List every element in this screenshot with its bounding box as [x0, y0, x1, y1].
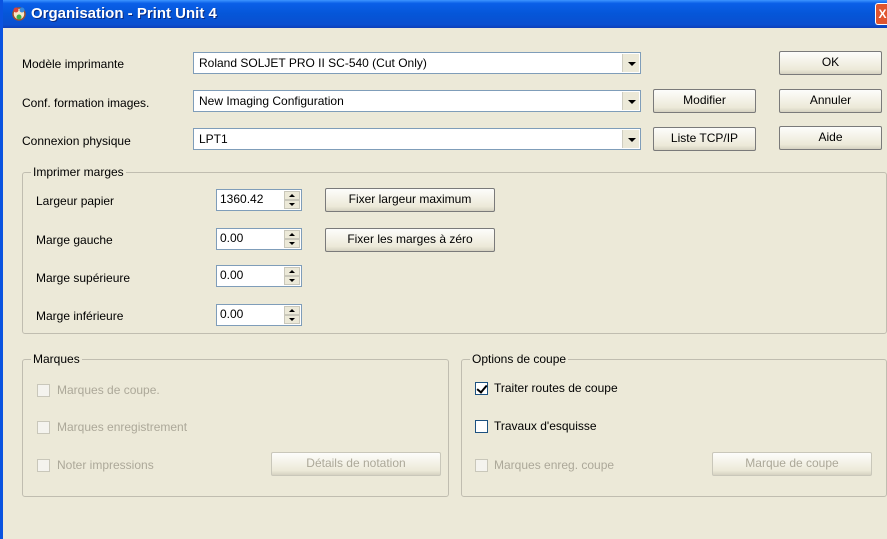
- chevron-down-icon[interactable]: [622, 130, 639, 148]
- note-prints-label: Noter impressions: [57, 458, 154, 472]
- bottom-margin-spinner[interactable]: 0.00: [216, 304, 302, 326]
- note-prints-checkbox[interactable]: [37, 459, 50, 472]
- registration-marks-label: Marques enregistrement: [57, 420, 188, 434]
- connection-select[interactable]: LPT1: [193, 128, 641, 150]
- printer-model-value: Roland SOLJET PRO II SC-540 (Cut Only): [199, 56, 427, 70]
- spin-up-icon[interactable]: [284, 230, 300, 239]
- chevron-down-icon[interactable]: [622, 92, 639, 110]
- connection-label: Connexion physique: [22, 134, 131, 148]
- top-margin-label: Marge supérieure: [36, 271, 131, 285]
- imaging-config-value: New Imaging Configuration: [199, 94, 344, 108]
- printer-model-label: Modèle imprimante: [22, 57, 125, 71]
- spin-down-icon[interactable]: [284, 276, 300, 285]
- imaging-config-select[interactable]: New Imaging Configuration: [193, 90, 641, 112]
- title-bar[interactable]: Organisation - Print Unit 4 X: [3, 0, 887, 28]
- cancel-button[interactable]: Annuler: [779, 89, 882, 113]
- app-icon: [12, 7, 26, 21]
- close-button[interactable]: X: [875, 3, 887, 25]
- cut-registration-marks-label: Marques enreg. coupe: [494, 458, 615, 472]
- left-margin-value: 0.00: [220, 231, 244, 245]
- window-title: Organisation - Print Unit 4: [31, 5, 217, 22]
- sketch-jobs-label: Travaux d'esquisse: [494, 419, 597, 433]
- paper-width-spinner[interactable]: 1360.42: [216, 189, 302, 211]
- tcpip-list-button[interactable]: Liste TCP/IP: [653, 127, 756, 151]
- printer-model-select[interactable]: Roland SOLJET PRO II SC-540 (Cut Only): [193, 52, 641, 74]
- left-margin-label: Marge gauche: [36, 233, 113, 247]
- spin-up-icon[interactable]: [284, 306, 300, 315]
- margins-group-title: Imprimer marges: [31, 165, 126, 179]
- spin-down-icon[interactable]: [284, 239, 300, 248]
- dialog-window: Organisation - Print Unit 4 X Modèle imp…: [0, 0, 887, 539]
- chevron-down-icon[interactable]: [622, 54, 639, 72]
- spin-down-icon[interactable]: [284, 315, 300, 324]
- modify-button[interactable]: Modifier: [653, 89, 756, 113]
- notation-details-button[interactable]: Détails de notation: [271, 452, 441, 476]
- cut-options-group-title: Options de coupe: [470, 352, 569, 366]
- sketch-jobs-checkbox[interactable]: [475, 420, 488, 433]
- ok-button[interactable]: OK: [779, 51, 882, 75]
- cut-registration-marks-checkbox[interactable]: [475, 459, 488, 472]
- connection-value: LPT1: [199, 132, 228, 146]
- top-margin-value: 0.00: [220, 268, 244, 282]
- bottom-margin-value: 0.00: [220, 307, 244, 321]
- paper-width-value: 1360.42: [220, 192, 264, 206]
- top-margin-spinner[interactable]: 0.00: [216, 265, 302, 287]
- spin-up-icon[interactable]: [284, 267, 300, 276]
- process-cut-paths-checkbox[interactable]: [475, 382, 488, 395]
- cut-mark-button[interactable]: Marque de coupe: [712, 452, 872, 476]
- max-width-button[interactable]: Fixer largeur maximum: [325, 188, 495, 212]
- process-cut-paths-label: Traiter routes de coupe: [494, 381, 618, 395]
- cut-marks-checkbox[interactable]: [37, 384, 50, 397]
- paper-width-label: Largeur papier: [36, 194, 115, 208]
- registration-marks-checkbox[interactable]: [37, 421, 50, 434]
- help-button[interactable]: Aide: [779, 126, 882, 150]
- spin-down-icon[interactable]: [284, 200, 300, 209]
- bottom-margin-label: Marge inférieure: [36, 309, 124, 323]
- zero-margins-button[interactable]: Fixer les marges à zéro: [325, 228, 495, 252]
- spin-up-icon[interactable]: [284, 191, 300, 200]
- cut-marks-label: Marques de coupe.: [57, 383, 160, 397]
- imaging-config-label: Conf. formation images.: [22, 96, 150, 110]
- left-margin-spinner[interactable]: 0.00: [216, 228, 302, 250]
- marks-group-title: Marques: [31, 352, 82, 366]
